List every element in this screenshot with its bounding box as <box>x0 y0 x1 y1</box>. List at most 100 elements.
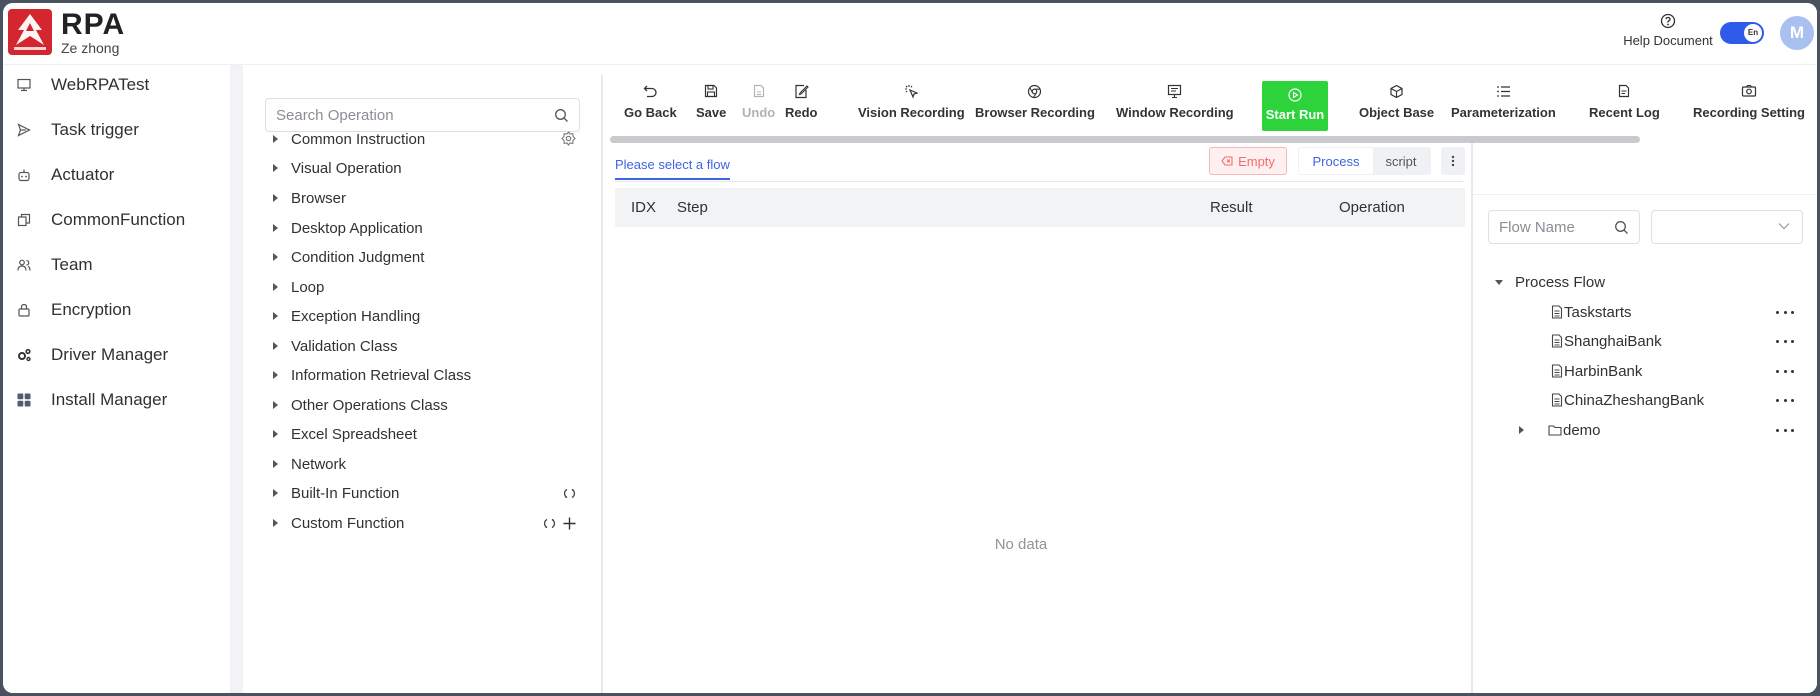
operation-category-label: Exception Handling <box>291 307 421 325</box>
app-window: RPA Ze zhong Help Document En M WebRPATe… <box>3 3 1817 693</box>
sidebar-item-encryption[interactable]: Encryption <box>3 290 231 330</box>
empty-label: Empty <box>1238 153 1275 169</box>
operation-category[interactable]: Other Operations Class <box>273 394 448 416</box>
operation-category-label: Information Retrieval Class <box>291 366 472 384</box>
operation-category[interactable]: Condition Judgment <box>273 246 424 268</box>
caret-right-icon <box>273 371 278 379</box>
browser-recording-label: Browser Recording <box>975 105 1095 120</box>
tree-node-folder[interactable]: demo <box>1519 419 1601 441</box>
refresh-icon[interactable] <box>563 487 576 500</box>
parameterization-button[interactable]: Parameterization <box>1451 83 1556 127</box>
folder-icon <box>1548 425 1562 436</box>
caret-down-icon <box>1495 279 1503 285</box>
node-more-icon[interactable] <box>1776 370 1794 376</box>
recent-log-button[interactable]: Recent Log <box>1589 83 1660 127</box>
sidebar-item-install-manager[interactable]: Install Manager <box>3 380 231 420</box>
tree-node-label: Process Flow <box>1515 273 1606 291</box>
column-result: Result <box>1210 199 1253 216</box>
caret-right-icon <box>273 253 278 261</box>
language-toggle[interactable]: En <box>1720 22 1764 44</box>
search-icon[interactable] <box>554 108 569 123</box>
table-header: IDX Step Result Operation <box>615 188 1465 227</box>
sidebar-item-actuator[interactable]: Actuator <box>3 155 231 195</box>
toolbar-scrollbar[interactable] <box>610 136 1640 143</box>
sidebar-item-label: Team <box>51 255 93 274</box>
caret-right-icon <box>1519 426 1524 434</box>
tree-node-flow[interactable]: ChinaZheshangBank <box>1551 389 1704 411</box>
gear-icon[interactable] <box>561 131 576 146</box>
operation-category[interactable]: Information Retrieval Class <box>273 364 471 386</box>
sidebar-item-commonfunction[interactable]: CommonFunction <box>3 200 231 240</box>
operation-category[interactable]: Browser <box>273 187 346 209</box>
caret-right-icon <box>273 460 278 468</box>
object-base-button[interactable]: Object Base <box>1359 83 1434 127</box>
refresh-icon[interactable] <box>543 517 556 530</box>
recent-log-label: Recent Log <box>1589 105 1660 120</box>
tab-select-flow[interactable]: Please select a flow <box>615 157 730 180</box>
operation-category[interactable]: Validation Class <box>273 335 397 357</box>
operation-category[interactable]: Network <box>273 453 346 475</box>
search-icon[interactable] <box>1614 220 1629 235</box>
start-run-button[interactable]: Start Run <box>1262 81 1328 131</box>
tree-node-root[interactable]: Process Flow <box>1495 271 1605 293</box>
save-icon <box>703 83 719 99</box>
parameterization-label: Parameterization <box>1451 105 1556 120</box>
document-icon <box>1551 364 1563 378</box>
window-recording-button[interactable]: Window Recording <box>1116 83 1234 127</box>
go-back-button[interactable]: Go Back <box>624 83 677 127</box>
node-more-icon[interactable] <box>1776 399 1794 405</box>
operation-category[interactable]: Custom Function <box>273 512 404 534</box>
grid-icon <box>16 392 32 408</box>
help-document-link[interactable]: Help Document <box>1608 13 1728 48</box>
tree-node-label: demo <box>1563 421 1601 439</box>
language-toggle-label: En <box>1744 24 1762 42</box>
node-more-icon[interactable] <box>1776 340 1794 346</box>
window-recording-label: Window Recording <box>1116 105 1234 120</box>
node-more-icon[interactable] <box>1776 429 1794 435</box>
undo-label: Undo <box>742 105 776 120</box>
tree-node-flow[interactable]: HarbinBank <box>1551 360 1642 382</box>
caret-right-icon <box>273 430 278 438</box>
search-input[interactable] <box>266 99 536 131</box>
flow-filter-select[interactable] <box>1651 210 1803 244</box>
panel-gutter <box>231 65 243 693</box>
operation-category[interactable]: Excel Spreadsheet <box>273 423 417 445</box>
monitor-icon <box>16 77 32 93</box>
logo-icon <box>8 9 52 55</box>
column-step: Step <box>677 199 708 216</box>
operation-category-label: Common Instruction <box>291 130 426 148</box>
caret-right-icon <box>273 342 278 350</box>
browser-recording-button[interactable]: Browser Recording <box>975 83 1095 127</box>
tree-node-flow[interactable]: ShanghaiBank <box>1551 330 1662 352</box>
tab-divider <box>615 181 1463 182</box>
operation-category[interactable]: Visual Operation <box>273 157 402 179</box>
tab-script[interactable]: script <box>1373 154 1429 169</box>
avatar[interactable]: M <box>1780 16 1814 50</box>
tab-process[interactable]: Process <box>1299 148 1373 174</box>
sidebar-item-team[interactable]: Team <box>3 245 231 285</box>
flow-name-input[interactable] <box>1489 211 1599 243</box>
node-more-icon[interactable] <box>1776 311 1794 317</box>
tree-node-flow[interactable]: Taskstarts <box>1551 301 1632 323</box>
sidebar-item-webrpatest[interactable]: WebRPATest <box>3 65 231 105</box>
caret-right-icon <box>273 519 278 527</box>
sidebar-item-label: Install Manager <box>51 390 168 409</box>
empty-button[interactable]: Empty <box>1209 147 1287 175</box>
undo-button[interactable]: Undo <box>742 83 775 127</box>
sidebar-item-task-trigger[interactable]: Task trigger <box>3 110 231 150</box>
operation-category[interactable]: Desktop Application <box>273 217 423 239</box>
redo-button[interactable]: Redo <box>785 83 818 127</box>
save-button[interactable]: Save <box>696 83 726 127</box>
operation-category[interactable]: Loop <box>273 276 324 298</box>
sidebar-item-driver-manager[interactable]: Driver Manager <box>3 335 231 375</box>
more-options-button[interactable] <box>1441 147 1465 175</box>
add-icon[interactable] <box>562 516 577 531</box>
operation-category[interactable]: Built-In Function <box>273 482 399 504</box>
undo-arrow-icon <box>642 83 658 99</box>
cursor-click-icon <box>903 83 919 99</box>
operation-category[interactable]: Exception Handling <box>273 305 420 327</box>
operation-category[interactable]: Common Instruction <box>273 128 425 150</box>
vision-recording-button[interactable]: Vision Recording <box>858 83 965 127</box>
recording-setting-button[interactable]: Recording Setting <box>1693 83 1805 127</box>
copy-icon <box>16 212 32 228</box>
